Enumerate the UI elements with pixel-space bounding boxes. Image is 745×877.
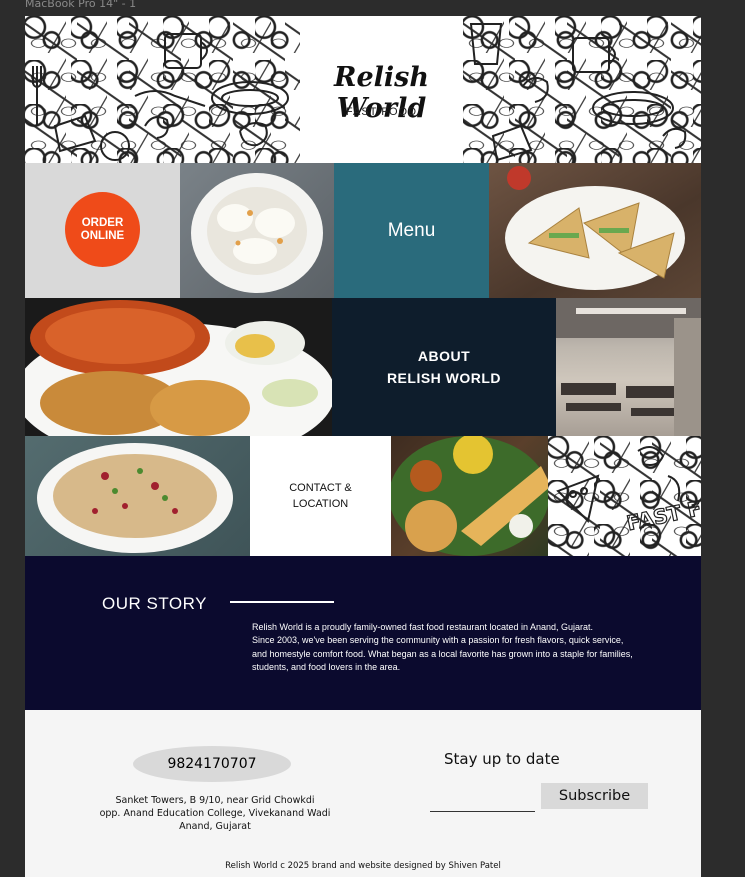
food-photo-pav-bhaji [25,298,332,436]
order-online-button[interactable]: ORDER ONLINE [65,192,140,267]
food-photo-dosa-thali [391,436,548,556]
doodle-banner-right [463,16,701,163]
food-photo-sandwich [489,163,701,298]
frame-label: MacBook Pro 14" - 1 [25,0,137,10]
address-line: Sanket Towers, B 9/10, near Grid Chowkdi [115,795,315,806]
footer: 9824170707 Sanket Towers, B 9/10, near G… [25,710,701,877]
copyright-text: Relish World c 2025 brand and website de… [225,861,501,871]
newsletter-title: Stay up to date [444,750,560,768]
address: Sanket Towers, B 9/10, near Grid Chowkdi… [85,794,345,833]
brand-banner: Relish World FAST FOOD [300,16,463,163]
our-story-section: OUR STORY Relish World is a proudly fami… [25,556,701,710]
order-online-label: ORDER ONLINE [80,216,125,242]
newsletter-email-input[interactable] [430,788,535,812]
order-online-tile: ORDER ONLINE [25,163,180,298]
website-page: Relish World FAST FOOD ORDER ONLINE Menu… [25,16,701,877]
menu-tile[interactable]: Menu [334,163,489,298]
our-story-text: Relish World is a proudly family-owned f… [252,622,633,672]
food-photo-bhel [25,436,250,556]
subscribe-button[interactable]: Subscribe [541,783,648,809]
our-story-title: OUR STORY [102,594,207,613]
doodle-banner-left [25,16,300,163]
doodle-fast-food-tile: FAST FOOD [548,436,701,556]
doodle-fast-food-text: FAST FOOD [625,486,701,536]
food-photo-cheese-dish [180,163,334,298]
address-line: Anand, Gujarat [179,821,251,832]
photo-restaurant-interior [556,298,701,436]
brand-tagline: FAST FOOD [345,106,418,118]
about-tile[interactable]: ABOUT RELISH WORLD [332,298,556,436]
our-story-divider [230,601,334,603]
contact-location-tile[interactable]: CONTACT & LOCATION [250,436,391,556]
contact-label: CONTACT & LOCATION [289,482,352,510]
about-label: ABOUT RELISH WORLD [386,348,502,386]
phone-number[interactable]: 9824170707 [133,746,291,782]
address-line: opp. Anand Education College, Vivekanand… [99,808,331,819]
